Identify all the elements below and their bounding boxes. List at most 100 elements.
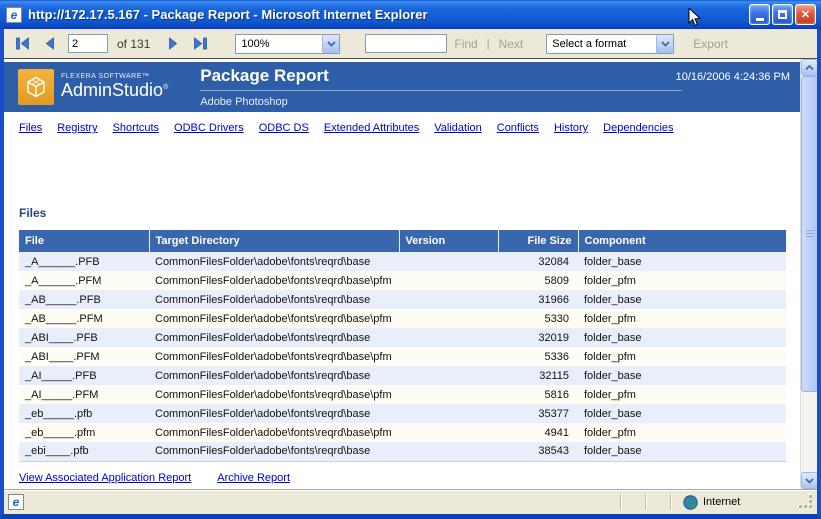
table-cell: _A______.PFB	[19, 252, 149, 271]
column-header-version: Version	[399, 230, 498, 252]
previous-page-button[interactable]	[39, 34, 59, 54]
table-row: _A______.PFBCommonFilesFolder\adobe\font…	[19, 252, 786, 271]
table-cell: _ABI____.PFB	[19, 328, 149, 347]
table-cell: _AB_____.PFM	[19, 309, 149, 328]
table-cell: folder_base	[578, 252, 786, 271]
minimize-button[interactable]	[749, 4, 770, 25]
export-format-select[interactable]: Select a format	[546, 34, 674, 54]
nav-link-files[interactable]: Files	[19, 122, 42, 136]
table-cell: _eb_____.pfm	[19, 423, 149, 442]
resize-grip[interactable]	[799, 495, 813, 509]
table-cell: folder_base	[578, 404, 786, 423]
chevron-up-icon	[805, 65, 814, 71]
files-table-body: _A______.PFBCommonFilesFolder\adobe\font…	[19, 252, 786, 461]
files-table: File Target Directory Version File Size …	[19, 230, 786, 462]
table-cell: _eb_____.pfb	[19, 404, 149, 423]
table-cell	[399, 366, 498, 385]
browser-window: e http://172.17.5.167 - Package Report -…	[0, 0, 821, 519]
table-row: _eb_____.pfbCommonFilesFolder\adobe\font…	[19, 404, 786, 423]
export-button[interactable]: Export	[693, 37, 728, 51]
table-cell: folder_pfm	[578, 423, 786, 442]
page-count-label: of 131	[117, 37, 150, 51]
next-page-icon	[168, 37, 179, 50]
table-cell: CommonFilesFolder\adobe\fonts\reqrd\base…	[149, 271, 399, 290]
table-cell	[399, 252, 498, 271]
status-zone-label: Internet	[703, 496, 740, 508]
close-button[interactable]: ✕	[795, 4, 816, 25]
ie-document-icon: e	[8, 494, 24, 510]
table-cell: folder_base	[578, 290, 786, 309]
table-cell	[399, 442, 498, 461]
footer-link-view-associated-application-report[interactable]: View Associated Application Report	[19, 472, 191, 487]
nav-link-shortcuts[interactable]: Shortcuts	[113, 122, 159, 136]
package-name: Adobe Photoshop	[200, 91, 682, 108]
nav-link-dependencies[interactable]: Dependencies	[603, 122, 673, 136]
find-input[interactable]	[365, 34, 447, 53]
footer-link-archive-report[interactable]: Archive Report	[217, 472, 290, 487]
table-cell	[399, 271, 498, 290]
zoom-value: 100%	[236, 38, 322, 50]
brand-adminstudio: AdminStudio®	[61, 81, 168, 101]
chevron-down-icon	[322, 35, 339, 53]
table-cell: _AI_____.PFB	[19, 366, 149, 385]
table-cell: CommonFilesFolder\adobe\fonts\reqrd\base	[149, 328, 399, 347]
table-cell: folder_base	[578, 328, 786, 347]
table-cell: folder_pfm	[578, 309, 786, 328]
vertical-scrollbar[interactable]	[800, 59, 817, 489]
table-cell	[399, 423, 498, 442]
table-cell: 5336	[498, 347, 578, 366]
table-cell: 32115	[498, 366, 578, 385]
page-number-input[interactable]	[68, 34, 108, 53]
table-cell: CommonFilesFolder\adobe\fonts\reqrd\base	[149, 252, 399, 271]
nav-link-validation[interactable]: Validation	[434, 122, 482, 136]
table-cell: CommonFilesFolder\adobe\fonts\reqrd\base	[149, 290, 399, 309]
table-cell: 32084	[498, 252, 578, 271]
table-row: _AB_____.PFMCommonFilesFolder\adobe\font…	[19, 309, 786, 328]
next-page-button[interactable]	[163, 34, 183, 54]
table-row: _ebi____.pfbCommonFilesFolder\adobe\font…	[19, 442, 786, 461]
table-cell: 31966	[498, 290, 578, 309]
find-button[interactable]: Find	[454, 37, 477, 51]
column-header-component: Component	[578, 230, 786, 252]
status-zone-pane: Internet	[683, 495, 793, 510]
table-cell: 38543	[498, 442, 578, 461]
scroll-down-button[interactable]	[801, 472, 817, 489]
chevron-down-icon	[656, 35, 673, 53]
scrollbar-thumb[interactable]	[801, 76, 817, 392]
last-page-button[interactable]	[190, 34, 210, 54]
scroll-up-button[interactable]	[801, 59, 817, 76]
table-cell: CommonFilesFolder\adobe\fonts\reqrd\base…	[149, 347, 399, 366]
maximize-button[interactable]	[772, 4, 793, 25]
zoom-select[interactable]: 100%	[235, 34, 340, 54]
next-button[interactable]: Next	[499, 37, 524, 51]
window-title: http://172.17.5.167 - Package Report - M…	[28, 7, 749, 22]
table-cell: CommonFilesFolder\adobe\fonts\reqrd\base	[149, 442, 399, 461]
nav-link-extended-attributes[interactable]: Extended Attributes	[324, 122, 419, 136]
report-toolbar: of 131 100% Find | Next	[4, 29, 817, 59]
table-row: _AI_____.PFBCommonFilesFolder\adobe\font…	[19, 366, 786, 385]
table-cell: CommonFilesFolder\adobe\fonts\reqrd\base	[149, 404, 399, 423]
nav-link-history[interactable]: History	[554, 122, 588, 136]
table-row: _ABI____.PFBCommonFilesFolder\adobe\font…	[19, 328, 786, 347]
nav-link-conflicts[interactable]: Conflicts	[497, 122, 539, 136]
table-cell	[399, 328, 498, 347]
status-separator	[670, 494, 671, 510]
internet-globe-icon	[683, 495, 698, 510]
cube-icon	[18, 69, 54, 105]
table-cell: _ebi____.pfb	[19, 442, 149, 461]
table-cell	[399, 290, 498, 309]
nav-link-registry[interactable]: Registry	[57, 122, 97, 136]
table-cell: folder_pfm	[578, 271, 786, 290]
nav-link-odbc-drivers[interactable]: ODBC Drivers	[174, 122, 244, 136]
table-cell: _ABI____.PFM	[19, 347, 149, 366]
report-header-band: FLEXERA SOFTWARE™ AdminStudio® Package R…	[4, 62, 800, 112]
report-nav: Files Registry Shortcuts ODBC Drivers ODBC D…	[19, 122, 800, 136]
table-cell: _A______.PFM	[19, 271, 149, 290]
first-page-button[interactable]	[12, 34, 32, 54]
status-separator	[620, 494, 621, 510]
column-header-target-directory: Target Directory	[149, 230, 399, 252]
report-timestamp: 10/16/2006 4:24:36 PM	[676, 71, 790, 83]
nav-link-odbc-ds[interactable]: ODBC DS	[259, 122, 309, 136]
table-cell: 35377	[498, 404, 578, 423]
table-cell: CommonFilesFolder\adobe\fonts\reqrd\base…	[149, 423, 399, 442]
